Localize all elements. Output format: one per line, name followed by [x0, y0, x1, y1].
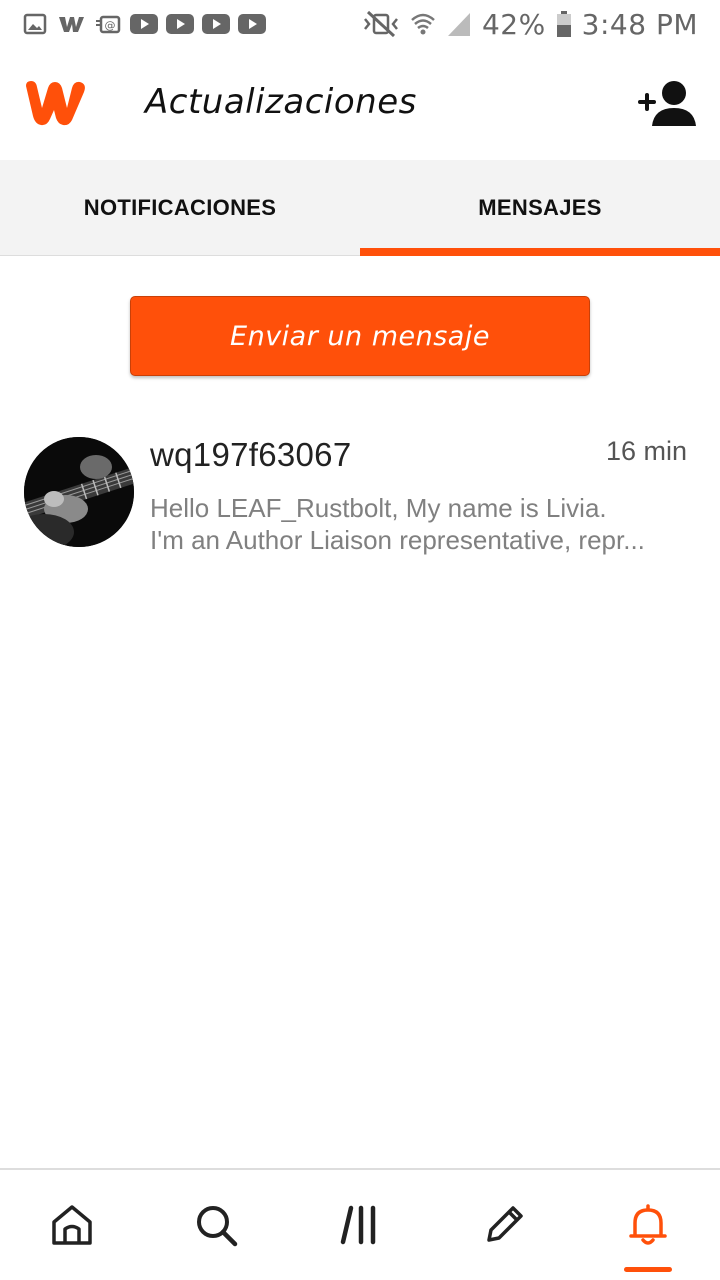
updates-screen: @ 42% 3:48 PM Actualizaciones NOTIFICACI… — [0, 0, 720, 1280]
write-icon — [487, 1206, 523, 1242]
status-bar: @ 42% 3:48 PM — [0, 0, 720, 48]
library-icon — [340, 1205, 376, 1245]
message-preview-line-1: Hello LEAF_Rustbolt, My name is Livia. — [150, 493, 607, 523]
status-bar-notifications: @ — [22, 13, 266, 35]
wattpad-w-icon — [59, 17, 84, 32]
message-sender: wq197f63067 — [150, 436, 352, 473]
svg-text:@: @ — [105, 19, 116, 32]
bottom-navigation — [0, 1168, 720, 1280]
cast-email-icon: @ — [96, 15, 121, 34]
nav-notifications[interactable] — [576, 1170, 720, 1280]
message-preview-line-2: I'm an Author Liaison representative, re… — [150, 525, 645, 555]
youtube-icon — [202, 14, 230, 34]
tab-notifications[interactable]: NOTIFICACIONES — [0, 160, 360, 255]
message-time: 16 min — [605, 436, 687, 466]
wattpad-logo[interactable] — [22, 78, 90, 128]
guitar-photo-image — [24, 437, 134, 547]
clock: 3:48 PM — [581, 7, 698, 41]
tab-messages-label: MENSAJES — [478, 194, 602, 220]
wifi-icon — [411, 13, 435, 35]
nav-library[interactable] — [288, 1170, 432, 1280]
youtube-icon — [130, 14, 158, 34]
nav-write[interactable] — [432, 1170, 576, 1280]
avatar — [24, 437, 134, 547]
send-message-label: Enviar un mensaje — [230, 320, 490, 352]
add-friend-icon[interactable] — [636, 78, 700, 130]
tab-messages[interactable]: MENSAJES — [360, 160, 720, 256]
youtube-icon — [166, 14, 194, 34]
page-title: Actualizaciones — [145, 82, 417, 122]
notifications-icon — [629, 1204, 667, 1245]
youtube-icon — [238, 14, 266, 34]
status-bar-system: 42% 3:48 PM — [362, 8, 698, 41]
search-icon — [197, 1206, 238, 1247]
active-tab-indicator — [624, 1267, 672, 1272]
updates-tabs: NOTIFICACIONES MENSAJES — [0, 160, 720, 256]
home-icon — [52, 1205, 92, 1245]
nav-home[interactable] — [0, 1170, 144, 1280]
message-preview: Hello LEAF_Rustbolt, My name is Livia. I… — [150, 492, 685, 556]
signal-icon — [447, 13, 470, 36]
vibrate-mute-icon — [363, 10, 398, 38]
image-icon — [23, 13, 47, 35]
message-thread[interactable]: wq197f63067 16 min Hello LEAF_Rustbolt, … — [0, 420, 720, 570]
tab-notifications-label: NOTIFICACIONES — [83, 194, 277, 220]
battery-percent: 42% — [481, 7, 546, 41]
nav-search[interactable] — [144, 1170, 288, 1280]
send-message-button[interactable]: Enviar un mensaje — [130, 296, 590, 376]
app-bar: Actualizaciones — [0, 48, 720, 160]
battery-icon — [556, 11, 571, 37]
